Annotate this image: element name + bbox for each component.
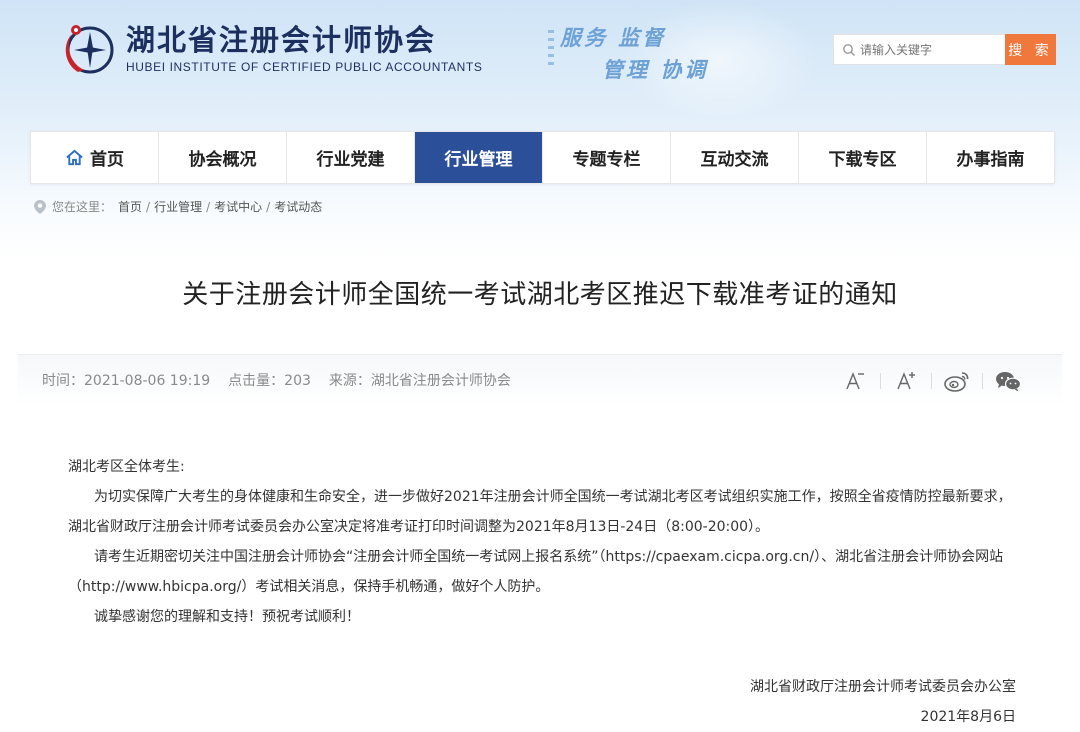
publish-time: 时间：2021-08-06 19:19 <box>42 373 211 389</box>
nav-item-industry-management[interactable]: 行业管理 <box>415 132 543 183</box>
nav-item-label: 行业党建 <box>316 150 385 170</box>
breadcrumb-industry-management[interactable]: 行业管理 <box>154 198 202 215</box>
wechat-icon <box>996 372 1022 392</box>
article-date: 2021年8月6日 <box>920 709 1016 725</box>
site-logo[interactable]: 湖北省注册会计师协会 HUBEI INSTITUTE OF CERTIFIED … <box>62 20 482 76</box>
font-decrease-button[interactable] <box>840 368 870 394</box>
nav-item-interaction[interactable]: 互动交流 <box>671 132 799 183</box>
nav-item-label: 协会概况 <box>188 150 257 170</box>
nav-item-special-topics[interactable]: 专题专栏 <box>543 132 671 183</box>
article-tools <box>840 368 1023 394</box>
tool-divider <box>931 373 932 389</box>
breadcrumb-separator: / <box>146 199 151 214</box>
search-icon <box>843 43 855 56</box>
nav-item-about[interactable]: 协会概况 <box>159 132 287 183</box>
search-input[interactable] <box>860 42 1000 57</box>
article-meta: 时间：2021-08-06 19:19 点击量：203 来源：湖北省注册会计师协… <box>42 370 529 390</box>
breadcrumb-label: 您在这里： <box>52 200 113 214</box>
site-name-en: HUBEI INSTITUTE OF CERTIFIED PUBLIC ACCO… <box>126 60 483 74</box>
breadcrumb-separator: / <box>206 199 211 214</box>
breadcrumb-exam-news[interactable]: 考试动态 <box>274 198 322 215</box>
share-weibo-button[interactable] <box>942 368 972 394</box>
article-paragraph: 请考生近期密切关注中国注册会计师协会“注册会计师全国统一考试网上报名系统”（ht… <box>68 549 1004 595</box>
breadcrumb-home[interactable]: 首页 <box>118 198 142 215</box>
share-wechat-button[interactable] <box>993 368 1023 394</box>
article-title: 关于注册会计师全国统一考试湖北考区推迟下载准考证的通知 <box>182 280 898 310</box>
nav-item-party[interactable]: 行业党建 <box>287 132 415 183</box>
article-greeting: 湖北考区全体考生: <box>68 459 185 475</box>
font-decrease-icon <box>846 372 864 390</box>
nav-item-label: 互动交流 <box>700 150 769 170</box>
nav-item-label: 首页 <box>90 150 124 170</box>
home-icon <box>66 149 83 166</box>
tool-divider <box>880 373 881 389</box>
slogan-line-2: 管理 协调 <box>602 58 709 82</box>
breadcrumb-exam-center[interactable]: 考试中心 <box>214 198 262 215</box>
institute-emblem-icon <box>65 25 114 74</box>
search-field[interactable] <box>833 34 1005 65</box>
site-name-cn: 湖北省注册会计师协会 <box>126 23 437 57</box>
tool-divider <box>982 373 983 389</box>
slogan-line-1: 服务 监督 <box>560 26 667 50</box>
font-increase-icon <box>897 372 915 390</box>
nav-item-label: 办事指南 <box>956 150 1025 170</box>
font-increase-button[interactable] <box>891 368 921 394</box>
location-pin-icon <box>34 199 46 214</box>
weibo-icon <box>944 372 969 392</box>
site-slogan: 服务 监督 管理 协调 <box>560 22 708 84</box>
nav-item-label: 下载专区 <box>828 150 897 170</box>
article-body: 湖北考区全体考生: 为切实保障广大考生的身体健康和生命安全，进一步做好2021年… <box>68 452 1023 632</box>
slogan-decoration <box>548 30 554 70</box>
view-count: 点击量：203 <box>228 373 311 389</box>
search-button[interactable]: 搜 索 <box>1005 34 1056 65</box>
search-bar: 搜 索 <box>833 34 1056 65</box>
article-paragraph: 为切实保障广大考生的身体健康和生命安全，进一步做好2021年注册会计师全国统一考… <box>68 489 1012 535</box>
breadcrumb-separator: / <box>266 199 271 214</box>
nav-item-label: 专题专栏 <box>572 150 641 170</box>
article-source: 来源：湖北省注册会计师协会 <box>328 373 511 389</box>
nav-item-label: 行业管理 <box>444 150 513 170</box>
article-signature-block: 湖北省财政厅注册会计师考试委员会办公室 2021年8月6日 <box>750 672 1016 732</box>
nav-item-downloads[interactable]: 下载专区 <box>799 132 927 183</box>
article-paragraph: 诚挚感谢您的理解和支持！预祝考试顺利！ <box>94 609 360 625</box>
article-signature: 湖北省财政厅注册会计师考试委员会办公室 <box>750 679 1016 695</box>
main-nav: 首页 协会概况 行业党建 行业管理 专题专栏 互动交流 下载专区 办事指南 <box>30 131 1055 184</box>
nav-item-home[interactable]: 首页 <box>31 132 159 183</box>
nav-item-guide[interactable]: 办事指南 <box>927 132 1054 183</box>
breadcrumb: 您在这里： 首页 / 行业管理 / 考试中心 / 考试动态 <box>34 198 322 215</box>
